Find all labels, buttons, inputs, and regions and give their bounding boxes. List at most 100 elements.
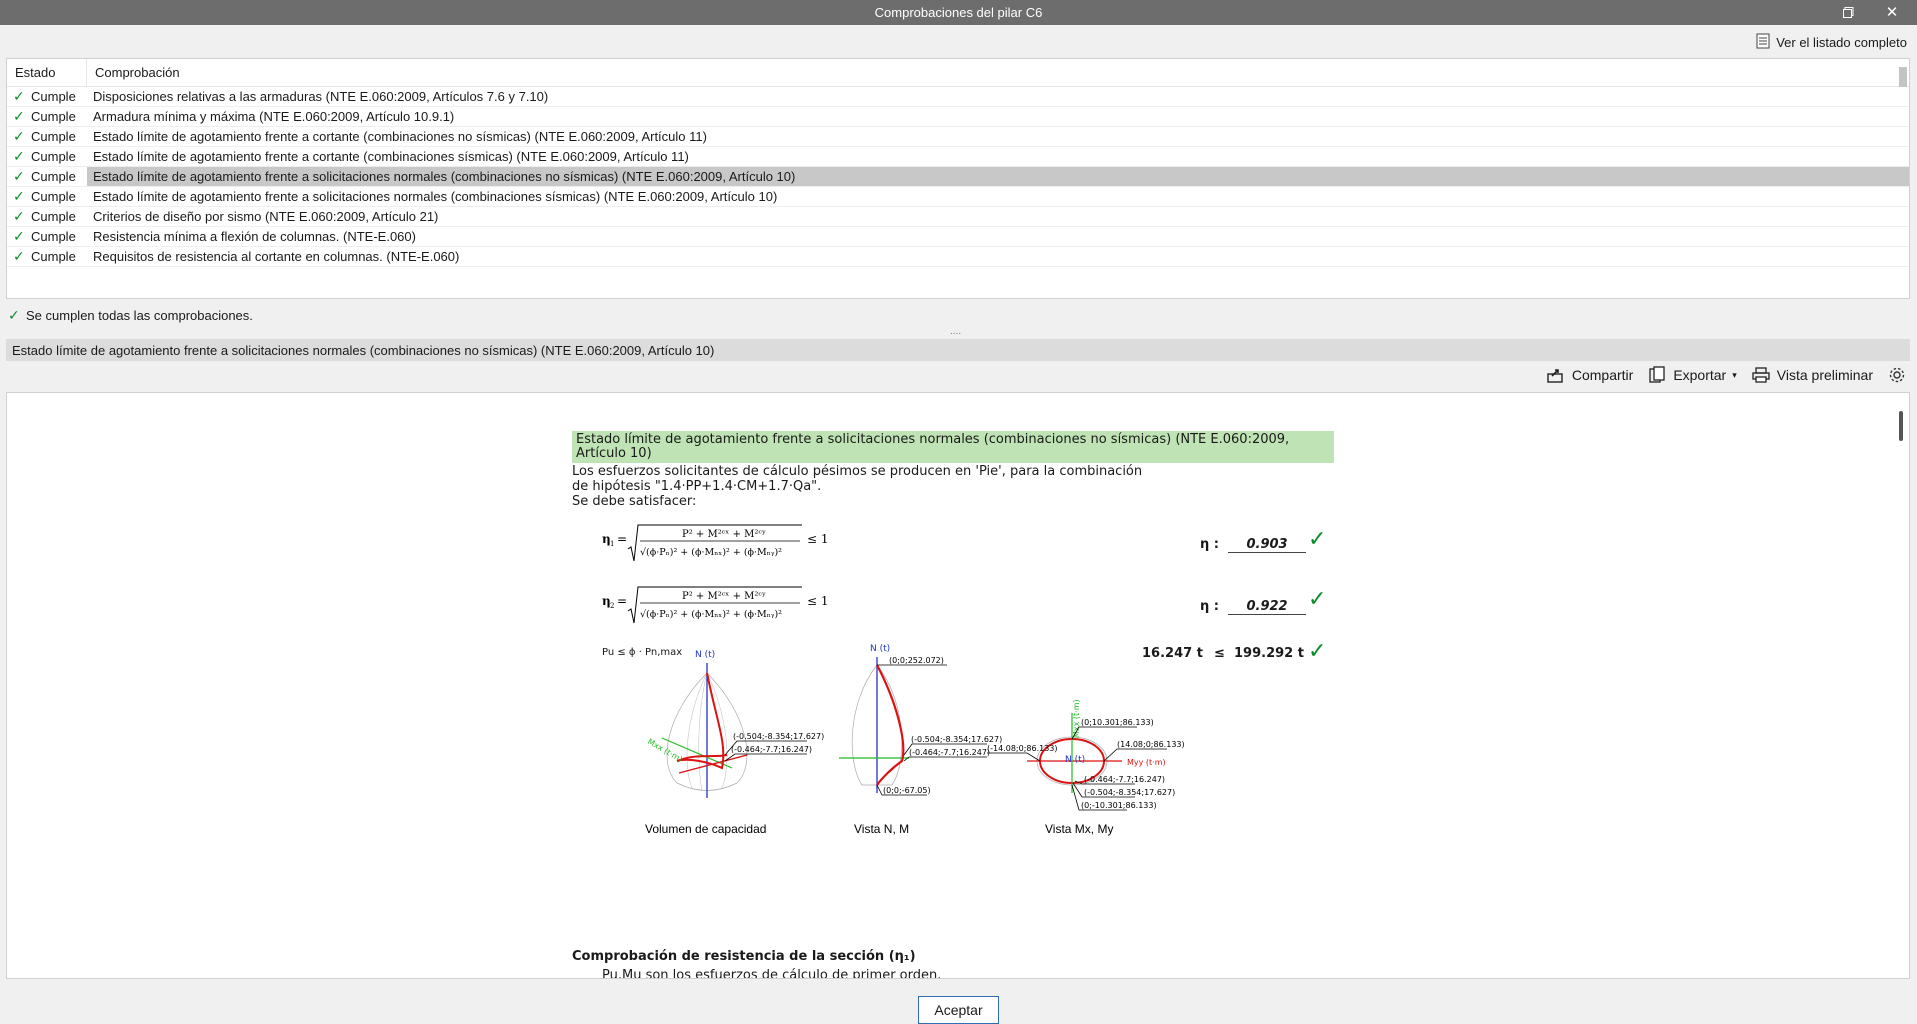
eta1-value: 0.903 [1228,537,1307,553]
summary-text: Se cumplen todas las comprobaciones. [26,308,253,323]
check-icon: ✓ [13,248,25,264]
check-text: Estado límite de agotamiento frente a so… [87,167,1909,186]
point-label-5: (-0.464;-7.7;16.247) [1084,775,1165,784]
status-cell: ✓ Cumple [7,208,87,225]
report-intro-2: de hipótesis "1.4·PP+1.4·CM+1.7·Qa". [572,479,822,494]
col-estado[interactable]: Estado [7,59,87,86]
check-text: Disposiciones relativas a las armaduras … [93,89,549,104]
status-text: Cumple [31,209,76,224]
eta2-formula: η 2 = P² + M²ᶜˣ + M²ᶜʸ √(ϕ·Pₙ)² + (ϕ·Mₙₓ… [572,581,1332,643]
myy-label: Myy (t·m) [1127,758,1166,767]
check-icon: ✓ [13,88,25,104]
point-label-4: (-0.464;-7.7;16.247) [909,748,990,757]
n-axis-label-3: N (t) [1065,755,1085,765]
section-line: Pu,Mu son los esfuerzos de cálculo de pr… [602,968,942,979]
close-icon[interactable]: ✕ [1881,3,1903,21]
status-text: Cumple [31,229,76,244]
status-text: Cumple [31,149,76,164]
status-text: Cumple [31,129,76,144]
capacity-volume-figure: N (t) Mxx (t·m) (-0.504;-8.354;17.627) (… [646,650,824,798]
check-text: Estado límite de agotamiento frente a co… [93,129,707,144]
table-row[interactable]: ✓ Cumple Resistencia mínima a flexión de c… [7,227,1909,247]
eta1-formula: η 1 = P² + M²ᶜˣ + M²ᶜʸ √(ϕ·Pₙ)² + (ϕ·Mₙₓ… [572,519,1332,581]
eta2-result: η : 0.922 [1200,599,1307,615]
point-label-3: (-0.504;-8.354;17.627) [911,735,1002,744]
accept-button[interactable]: Aceptar [918,996,999,1024]
section-heading: Comprobación de resistencia de la secció… [572,949,916,964]
share-button[interactable]: Compartir [1546,365,1633,385]
status-cell: ✓ Cumple [7,168,87,185]
chevron-down-icon: ▾ [1732,369,1737,380]
report-title: Estado límite de agotamiento frente a so… [572,431,1334,463]
status-cell: ✓ Cumple [7,148,87,165]
capacity-figures: N (t) Mxx (t·m) (-0.504;-8.354;17.627) (… [645,644,1185,836]
table-row[interactable]: ✓ Cumple Armadura mínima y máxima (NTE E.0… [7,107,1909,127]
check-icon: ✓ [13,208,25,224]
fig2-caption: Vista N, M [854,822,909,836]
table-row[interactable]: ✓ Cumple Estado límite de agotamiento fren… [7,127,1909,147]
point-label-botmm: (0;-10.301;86.133) [1081,801,1157,810]
table-row[interactable]: ✓ Cumple Disposiciones relativas a las arm… [7,87,1909,107]
table-row[interactable]: ✓ Cumple Estado límite de agotamiento fren… [7,187,1909,207]
export-button[interactable]: Exportar ▾ [1647,365,1737,385]
point-label-topmm: (0;10.301;86.133) [1081,718,1154,727]
status-cell: ✓ Cumple [7,128,87,145]
listing-icon [1756,33,1770,52]
report-toolbar: Compartir Exportar ▾ Vista preliminar [1546,365,1907,385]
col-comprobacion[interactable]: Comprobación [87,65,180,80]
splitter-handle[interactable]: .... [950,326,961,337]
check-text: Armadura mínima y máxima (NTE E.060:2009… [93,109,455,124]
svg-text:1: 1 [610,540,614,548]
share-label: Compartir [1571,367,1634,383]
summary: ✓ Se cumplen todas las comprobaciones. [8,307,253,324]
status-cell: ✓ Cumple [7,108,87,125]
svg-text:≤ 1: ≤ 1 [807,594,829,608]
check-text: Criterios de diseño por sismo (NTE E.060… [93,209,439,224]
check-icon: ✓ [13,128,25,144]
point-label-left: (-14.08;0;86.133) [987,744,1058,753]
fig1-caption: Volumen de capacidad [645,822,766,836]
restore-icon[interactable] [1837,3,1859,21]
report-intro-3: Se debe satisfacer: [572,494,697,509]
svg-text:√(ϕ·Pₙ)² + (ϕ·Mₙₓ)² + (ϕ·Mₙᵧ)²: √(ϕ·Pₙ)² + (ϕ·Mₙₓ)² + (ϕ·Mₙᵧ)² [640,609,782,620]
nm-view-figure: N (t) (0;0;252.072) (-0.504;-8.354;17.62… [839,644,1002,796]
table-scrollbar[interactable] [1899,67,1907,87]
status-text: Cumple [31,189,76,204]
n-axis-label-1: N (t) [695,650,715,660]
svg-text:=: = [617,594,627,608]
svg-text:P² + M²ᶜˣ + M²ᶜʸ: P² + M²ᶜˣ + M²ᶜʸ [682,591,766,602]
status-text: Cumple [31,109,76,124]
check-text: Estado límite de agotamiento frente a so… [93,189,778,204]
status-cell: ✓ Cumple [7,88,87,105]
table-row[interactable]: ✓ Cumple Estado límite de agotamiento fren… [7,167,1909,187]
eta1-result: η : 0.903 [1200,537,1307,553]
report-scrollbar[interactable] [1899,411,1903,441]
status-cell: ✓ Cumple [7,228,87,245]
table-row[interactable]: ✓ Cumple Estado límite de agotamiento fren… [7,147,1909,167]
mxx-label-1: Mxx (t·m) [646,737,684,764]
gear-icon[interactable] [1887,365,1907,385]
check-icon: ✓ [13,228,25,244]
full-listing-button[interactable]: Ver el listado completo [1756,33,1907,52]
table-row[interactable]: ✓ Cumple Criterios de diseño por sismo (NT… [7,207,1909,227]
status-cell: ✓ Cumple [7,188,87,205]
table-header: Estado Comprobación [7,59,1909,87]
status-text: Cumple [31,249,76,264]
status-text: Cumple [31,89,76,104]
check-icon: ✓ [8,307,20,323]
eta2-equation: η 2 = P² + M²ᶜˣ + M²ᶜʸ √(ϕ·Pₙ)² + (ϕ·Mₙₓ… [602,586,829,624]
table-row[interactable]: ✓ Cumple Requisitos de resistencia al cort… [7,247,1909,267]
section-title-bar: Estado límite de agotamiento frente a so… [6,339,1910,361]
preview-button[interactable]: Vista preliminar [1751,365,1873,385]
point-label-6: (-0.504;-8.354;17.627) [1084,788,1175,797]
point-label-2: (-0.464;-7.7;16.247) [731,745,812,754]
point-label-top: (0;0;252.072) [889,656,944,665]
point-label-1: (-0.504;-8.354;17.627) [733,732,824,741]
n-axis-label-2: N (t) [870,644,890,654]
status-text: Cumple [31,169,76,184]
svg-text:≤ 1: ≤ 1 [807,532,829,546]
check-icon: ✓ [13,188,25,204]
check-icon: ✓ [13,108,25,124]
export-label: Exportar [1673,367,1727,383]
point-label-bottom: (0;0;-67.05) [883,786,931,795]
